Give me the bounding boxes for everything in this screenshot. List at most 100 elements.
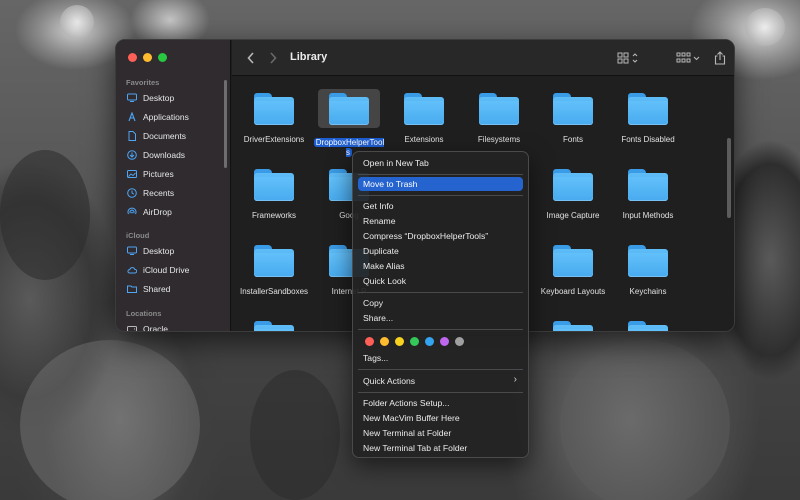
- folder-name: Filesystems: [477, 135, 521, 144]
- sidebar-item-downloads[interactable]: Downloads: [127, 147, 223, 163]
- sidebar-item-shared[interactable]: Shared: [127, 281, 223, 297]
- window-controls: [128, 53, 167, 62]
- menu-item-get-info[interactable]: Get Info: [358, 199, 523, 213]
- sidebar-item-label: Pictures: [143, 169, 174, 179]
- folder-name: InstallerSandboxes: [239, 287, 309, 296]
- folder-name: Image Capture: [546, 211, 600, 220]
- folder-item[interactable]: Input Methods: [611, 169, 685, 221]
- folder-item[interactable]: [536, 321, 610, 331]
- folder-icon: [553, 169, 593, 201]
- folder-item[interactable]: Extensions: [387, 93, 461, 145]
- menu-item-label: New Terminal at Folder: [363, 428, 452, 438]
- menu-item-share[interactable]: Share...: [358, 311, 523, 325]
- tag-purple-button[interactable]: [440, 337, 449, 346]
- airdrop-icon: [127, 207, 137, 217]
- icon-view-icon: [617, 52, 638, 64]
- forward-button[interactable]: [266, 48, 280, 68]
- menu-item-compress[interactable]: Compress “DropboxHelperTools”: [358, 229, 523, 243]
- context-menu: Open in New Tab Move to Trash Get Info R…: [352, 151, 529, 458]
- sidebar-item-oracle[interactable]: Oracle: [127, 321, 223, 331]
- menu-item-new-terminal-tab-at-folder[interactable]: New Terminal Tab at Folder: [358, 441, 523, 455]
- folder-item[interactable]: [237, 321, 311, 331]
- sidebar-item-label: Shared: [143, 284, 171, 294]
- menu-item-folder-actions-setup[interactable]: Folder Actions Setup...: [358, 396, 523, 410]
- menu-item-open-in-new-tab[interactable]: Open in New Tab: [358, 156, 523, 170]
- sidebar-item-applications[interactable]: Applications: [127, 109, 223, 125]
- folder-item[interactable]: Image Capture: [536, 169, 610, 221]
- menu-item-label: Make Alias: [363, 261, 405, 271]
- sidebar-item-icloud-desktop[interactable]: Desktop: [127, 243, 223, 259]
- menu-separator: [358, 292, 523, 293]
- sidebar-item-label: iCloud Drive: [143, 265, 190, 275]
- menu-item-rename[interactable]: Rename: [358, 214, 523, 228]
- folder-icon: [553, 245, 593, 277]
- menu-item-make-alias[interactable]: Make Alias: [358, 259, 523, 273]
- sidebar-item-label: Downloads: [143, 150, 186, 160]
- folder-item[interactable]: Filesystems: [462, 93, 536, 145]
- tag-gray-button[interactable]: [455, 337, 464, 346]
- menu-item-label: Duplicate: [363, 246, 399, 256]
- menu-separator: [358, 195, 523, 196]
- view-mode-button[interactable]: [616, 48, 642, 68]
- toolbar: Library: [232, 40, 734, 76]
- menu-item-new-macvim-buffer[interactable]: New MacVim Buffer Here: [358, 411, 523, 425]
- sidebar-item-label: Desktop: [143, 246, 175, 256]
- tag-red-button[interactable]: [365, 337, 374, 346]
- sidebar-section-favorites: Favorites: [126, 78, 160, 87]
- group-icon: [676, 52, 700, 63]
- folder-item[interactable]: DriverExtensions: [237, 93, 311, 145]
- sidebar-item-label: AirDrop: [143, 207, 172, 217]
- close-window-button[interactable]: [128, 53, 137, 62]
- folder-name: Extensions: [404, 135, 444, 144]
- shared-folder-icon: [127, 284, 137, 294]
- menu-item-new-terminal-at-folder[interactable]: New Terminal at Folder: [358, 426, 523, 440]
- menu-item-duplicate[interactable]: Duplicate: [358, 244, 523, 258]
- menu-item-label: Tags...: [363, 353, 389, 363]
- tag-colors-row: [365, 337, 464, 346]
- window-title: Library: [290, 51, 328, 63]
- cloud-icon: [127, 265, 137, 275]
- sidebar-section-icloud: iCloud: [126, 231, 150, 240]
- folder-item[interactable]: InstallerSandboxes: [237, 245, 311, 297]
- sidebar-item-recents[interactable]: Recents: [127, 185, 223, 201]
- sidebar-item-airdrop[interactable]: AirDrop: [127, 204, 223, 220]
- tag-yellow-button[interactable]: [395, 337, 404, 346]
- minimize-window-button[interactable]: [143, 53, 152, 62]
- menu-item-copy[interactable]: Copy: [358, 296, 523, 310]
- back-button[interactable]: [244, 48, 258, 68]
- menu-item-label: Quick Look: [363, 276, 406, 286]
- chevron-right-icon: [270, 52, 277, 64]
- zoom-window-button[interactable]: [158, 53, 167, 62]
- menu-item-label: Move to Trash: [363, 179, 418, 189]
- tag-orange-button[interactable]: [380, 337, 389, 346]
- folder-icon: [479, 93, 519, 125]
- menu-item-move-to-trash[interactable]: Move to Trash: [358, 177, 523, 191]
- folder-name: DriverExtensions: [243, 135, 305, 144]
- share-button[interactable]: [712, 48, 728, 68]
- sidebar-item-documents[interactable]: Documents: [127, 128, 223, 144]
- folder-item[interactable]: Keyboard Layouts: [536, 245, 610, 297]
- menu-item-quick-look[interactable]: Quick Look: [358, 274, 523, 288]
- menu-item-quick-actions[interactable]: Quick Actions ›: [358, 374, 523, 388]
- tag-green-button[interactable]: [410, 337, 419, 346]
- sidebar-item-pictures[interactable]: Pictures: [127, 166, 223, 182]
- sidebar-item-icloud-drive[interactable]: iCloud Drive: [127, 262, 223, 278]
- folder-item-selected[interactable]: DropboxHelperTools: [312, 89, 386, 158]
- folder-item[interactable]: Frameworks: [237, 169, 311, 221]
- folder-item[interactable]: [611, 321, 685, 331]
- tag-blue-button[interactable]: [425, 337, 434, 346]
- content-scrollbar[interactable]: [727, 138, 731, 218]
- sidebar-item-desktop[interactable]: Desktop: [127, 90, 223, 106]
- folder-item[interactable]: Fonts: [536, 93, 610, 145]
- folder-item[interactable]: Keychains: [611, 245, 685, 297]
- folder-icon: [329, 93, 369, 125]
- group-button[interactable]: [676, 48, 702, 68]
- menu-item-tags[interactable]: Tags...: [358, 351, 523, 365]
- menu-item-label: Rename: [363, 216, 396, 226]
- sidebar-section-locations: Locations: [126, 309, 162, 318]
- clock-icon: [127, 188, 137, 198]
- menu-item-label: Get Info: [363, 201, 394, 211]
- applications-icon: [127, 112, 137, 122]
- sidebar-scrollbar[interactable]: [224, 80, 227, 168]
- folder-item[interactable]: Fonts Disabled: [611, 93, 685, 145]
